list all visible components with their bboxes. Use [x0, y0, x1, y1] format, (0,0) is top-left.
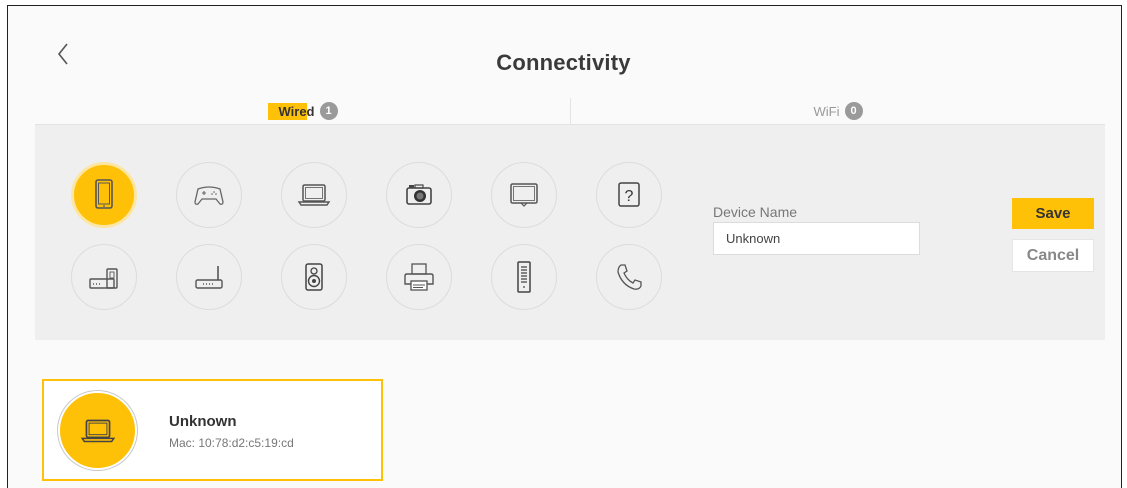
question-icon: ?: [618, 182, 640, 207]
tab-wired-count-badge: 1: [319, 102, 338, 120]
device-type-speaker[interactable]: [281, 244, 347, 310]
device-type-tower-server[interactable]: [491, 244, 557, 310]
device-type-game-controller[interactable]: [176, 162, 242, 228]
device-type-modem[interactable]: [71, 244, 137, 310]
device-mac-address: Mac: 10:78:d2:c5:19:cd: [169, 436, 294, 450]
phone-icon: [617, 264, 642, 290]
device-type-monitor[interactable]: [491, 162, 557, 228]
speaker-icon: [305, 263, 323, 291]
device-type-laptop[interactable]: [281, 162, 347, 228]
printer-icon: [404, 263, 434, 291]
device-type-printer[interactable]: [386, 244, 452, 310]
laptop-icon: [297, 184, 331, 206]
monitor-icon: [510, 183, 538, 207]
modem-icon: [89, 268, 118, 289]
device-edit-panel: [35, 125, 1105, 340]
tab-wired-label: Wired: [267, 102, 315, 120]
device-type-phone[interactable]: [596, 244, 662, 310]
game-controller-icon: [194, 186, 224, 205]
avatar: [58, 391, 137, 470]
svg-text:?: ?: [625, 188, 634, 205]
page-title: Connectivity: [496, 50, 631, 75]
tab-wifi[interactable]: WiFi 0: [570, 98, 1105, 124]
tower-server-icon: [517, 261, 531, 293]
device-name: Unknown: [169, 413, 237, 430]
device-type-router[interactable]: [176, 244, 242, 310]
connection-tabs: Wired 1 WiFi 0: [35, 98, 1105, 125]
device-type-tablet[interactable]: [71, 162, 137, 228]
device-card[interactable]: Unknown Mac: 10:78:d2:c5:19:cd: [42, 379, 383, 481]
camera-icon: [406, 184, 432, 205]
device-type-camera[interactable]: [386, 162, 452, 228]
device-name-label: Device Name: [713, 204, 798, 220]
device-name-input[interactable]: [713, 222, 920, 255]
device-type-unknown[interactable]: ?: [596, 162, 662, 228]
save-button[interactable]: Save: [1012, 198, 1094, 229]
laptop-icon: [80, 419, 115, 442]
tab-wifi-count-badge: 0: [844, 102, 863, 120]
tab-wired[interactable]: Wired 1: [35, 98, 570, 124]
cancel-button[interactable]: Cancel: [1012, 239, 1094, 272]
tablet-icon: [95, 179, 113, 209]
router-icon: [195, 266, 223, 289]
tab-wifi-label: WiFi: [813, 103, 840, 119]
